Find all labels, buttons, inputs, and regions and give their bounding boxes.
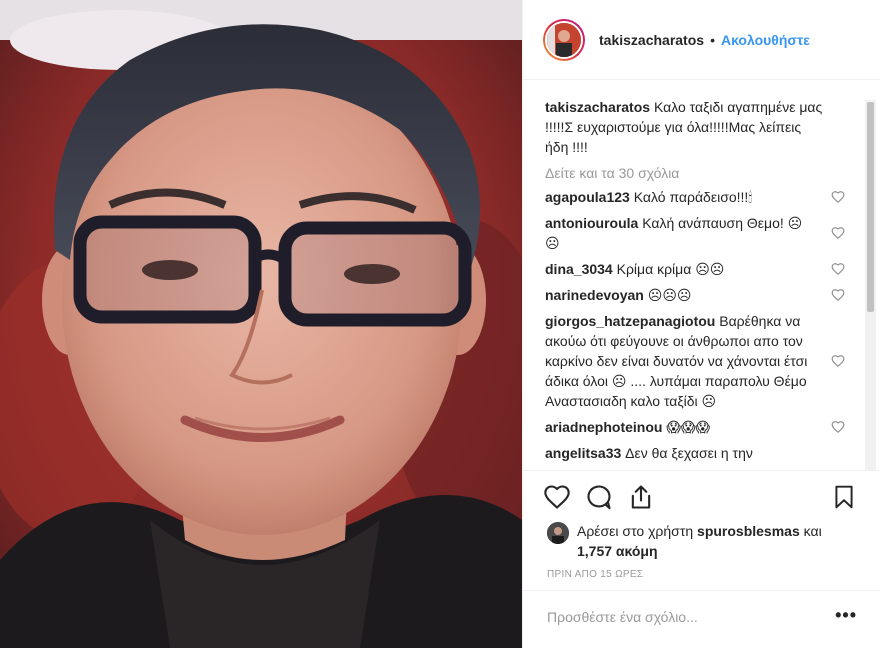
action-icons-row bbox=[543, 483, 655, 511]
comment-item: narinedevoyan ☹☹☹ bbox=[545, 285, 845, 305]
portrait-image bbox=[0, 0, 522, 648]
comment-username[interactable]: dina_3034 bbox=[545, 261, 613, 277]
heart-icon[interactable] bbox=[831, 354, 845, 368]
caption-username[interactable]: takiszacharatos bbox=[545, 99, 650, 115]
comments-scrollbar[interactable] bbox=[865, 100, 876, 470]
comments-list[interactable]: takiszacharatos Καλο ταξιδι αγαπημένε μα… bbox=[523, 81, 880, 470]
share-icon[interactable] bbox=[627, 483, 655, 511]
comment-username[interactable]: giorgos_hatzepanagiotou bbox=[545, 313, 715, 329]
likes-text: Αρέσει στο χρήστη spurosblesmas και 1,75… bbox=[577, 521, 853, 561]
liker-avatar[interactable] bbox=[547, 522, 569, 544]
comment-bubble-icon[interactable] bbox=[585, 483, 613, 511]
likes-count-link[interactable]: 1,757 ακόμη bbox=[577, 543, 658, 559]
scrollbar-thumb[interactable] bbox=[867, 102, 874, 312]
comment-text: Δεν θα ξεχασει η την bbox=[621, 445, 753, 461]
comment-text: 😱😱😱 bbox=[662, 419, 711, 435]
likes-conjunction: και bbox=[799, 523, 822, 539]
comment-username[interactable]: angelitsa33 bbox=[545, 445, 621, 461]
likes-prefix: Αρέσει στο χρήστη bbox=[577, 523, 698, 539]
heart-icon[interactable] bbox=[831, 288, 845, 302]
comment-text: Κρίμα κρίμα ☹☹ bbox=[612, 261, 725, 277]
comment-username[interactable]: narinedevoyan bbox=[545, 287, 644, 303]
add-comment-bar: ••• bbox=[523, 590, 880, 648]
more-options-icon[interactable]: ••• bbox=[835, 605, 857, 626]
comment-text: ☹☹☹ bbox=[643, 287, 692, 303]
author-username[interactable]: takiszacharatos bbox=[599, 32, 704, 48]
heart-icon[interactable] bbox=[831, 190, 845, 204]
comment-item: antoniouroula Καλή ανάπαυση Θεμο! ☹☹ bbox=[545, 213, 845, 253]
heart-icon[interactable] bbox=[831, 420, 845, 434]
follow-button[interactable]: Ακολουθήστε bbox=[721, 32, 810, 48]
heart-icon[interactable] bbox=[831, 262, 845, 276]
comment-username[interactable]: antoniouroula bbox=[545, 215, 638, 231]
comment-item: giorgos_hatzepanagiotou Βαρέθηκα να ακού… bbox=[545, 311, 845, 411]
comment-username[interactable]: agapoula123 bbox=[545, 189, 630, 205]
post-photo[interactable] bbox=[0, 0, 522, 648]
post-header: takiszacharatos • Ακολουθήστε bbox=[523, 0, 880, 80]
likes-summary: Αρέσει στο χρήστη spurosblesmas και 1,75… bbox=[547, 521, 853, 561]
comment-item: agapoula123 Καλό παράδεισο!!!🕯 bbox=[545, 187, 845, 207]
heart-icon[interactable] bbox=[831, 226, 845, 240]
author-avatar[interactable] bbox=[543, 18, 585, 61]
post-sidebar: takiszacharatos • Ακολουθήστε takiszacha… bbox=[522, 0, 880, 648]
heart-icon[interactable] bbox=[543, 483, 571, 511]
comment-text: Καλό παράδεισο!!!🕯 bbox=[629, 189, 753, 205]
view-all-comments-link[interactable]: Δείτε και τα 30 σχόλια bbox=[545, 165, 880, 181]
comment-item: dina_3034 Κρίμα κρίμα ☹☹ bbox=[545, 259, 845, 279]
liker-username[interactable]: spurosblesmas bbox=[697, 523, 800, 539]
instagram-post: takiszacharatos • Ακολουθήστε takiszacha… bbox=[0, 0, 880, 648]
post-caption: takiszacharatos Καλο ταξιδι αγαπημένε μα… bbox=[545, 97, 827, 157]
comment-item: ariadnephoteinou 😱😱😱 bbox=[545, 417, 845, 437]
author-avatar-image bbox=[545, 20, 583, 59]
bookmark-icon[interactable] bbox=[831, 483, 857, 511]
separator-dot: • bbox=[710, 31, 715, 48]
post-timestamp[interactable]: ΠΡΙΝ ΑΠΟ 15 ΩΡΕΣ bbox=[547, 569, 643, 580]
comment-input[interactable] bbox=[547, 609, 817, 625]
comment-item: angelitsa33 Δεν θα ξεχασει η την bbox=[545, 443, 845, 463]
save-button[interactable] bbox=[831, 483, 857, 514]
comment-username[interactable]: ariadnephoteinou bbox=[545, 419, 662, 435]
